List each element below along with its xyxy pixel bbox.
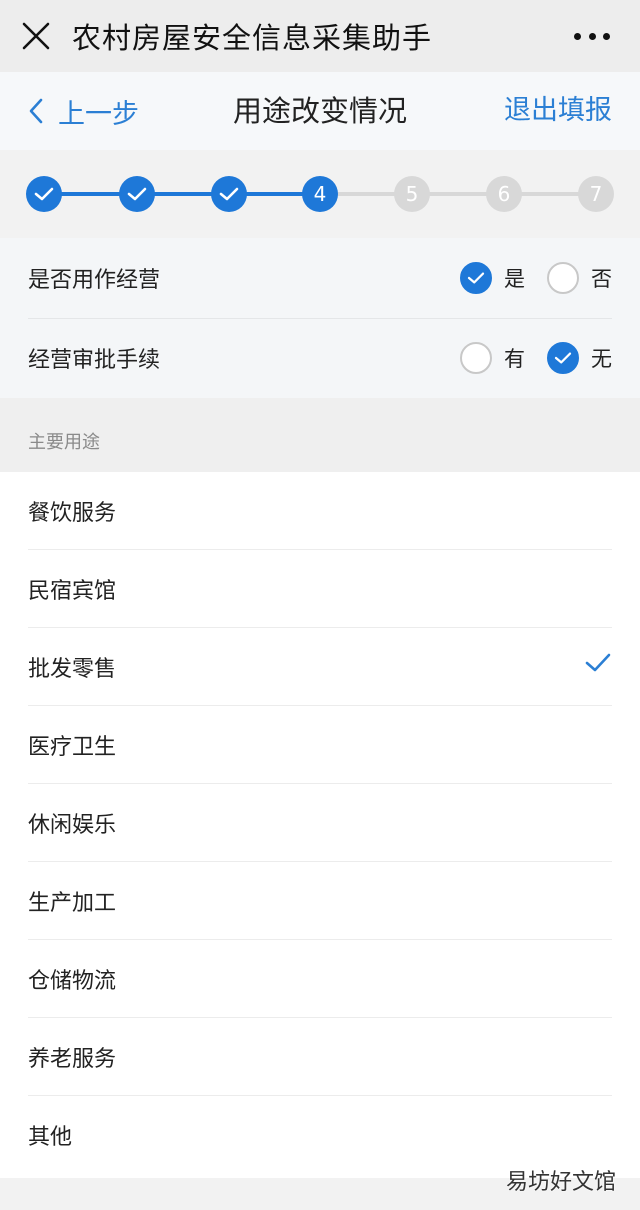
radio-option-have[interactable]: 有: [460, 342, 525, 374]
list-item-label: 医疗卫生: [28, 734, 117, 760]
list-item[interactable]: 生产加工: [28, 862, 612, 940]
question-label: 是否用作经营: [28, 268, 161, 293]
option-label: 否: [591, 267, 612, 291]
list-item[interactable]: 仓储物流: [28, 940, 612, 1018]
list-item[interactable]: 休闲娱乐: [28, 784, 612, 862]
step-4: 4: [302, 176, 338, 212]
list-item-label: 养老服务: [28, 1046, 117, 1072]
stepper-line-completed: [44, 192, 320, 196]
radio-group: 有 无: [438, 318, 612, 398]
list-item[interactable]: 医疗卫生: [28, 706, 612, 784]
list-item-label: 批发零售: [28, 656, 117, 682]
check-icon: [219, 187, 239, 201]
app-bar: 农村房屋安全信息采集助手: [0, 0, 640, 72]
question-business-use: 是否用作经营 是 否: [28, 238, 612, 318]
list-item-label: 休闲娱乐: [28, 812, 117, 838]
option-label: 无: [591, 347, 612, 371]
radio-option-none[interactable]: 无: [547, 342, 612, 374]
list-item-label: 民宿宾馆: [28, 578, 117, 604]
step-3: [211, 176, 247, 212]
radio-checked-icon[interactable]: [460, 262, 492, 294]
radio-checked-icon[interactable]: [547, 342, 579, 374]
progress-stepper: 4 5 6 7: [0, 150, 640, 238]
radio-option-yes[interactable]: 是: [460, 262, 525, 294]
section-header: 主要用途: [0, 398, 640, 472]
list-item-label: 餐饮服务: [28, 500, 117, 526]
option-label: 有: [504, 347, 525, 371]
list-item[interactable]: 民宿宾馆: [28, 550, 612, 628]
nav-header: 上一步 用途改变情况 退出填报: [0, 72, 640, 150]
list-item-label: 其他: [28, 1125, 73, 1150]
list-item-label: 生产加工: [28, 890, 117, 916]
list-item-selected[interactable]: 批发零售: [28, 628, 612, 706]
check-icon: [585, 653, 611, 672]
radio-option-no[interactable]: 否: [547, 262, 612, 294]
list-item[interactable]: 养老服务: [28, 1018, 612, 1096]
watermark: 易坊好文馆: [505, 1170, 616, 1195]
option-label: 是: [504, 267, 525, 291]
close-button[interactable]: [0, 0, 72, 72]
step-6: 6: [486, 176, 522, 212]
close-icon: [22, 22, 50, 50]
usage-list: 餐饮服务 民宿宾馆 批发零售 医疗卫生 休闲娱乐 生产加工 仓储物流 养老服务 …: [0, 472, 640, 1178]
business-questions: 是否用作经营 是 否 经营审批手续 有 无: [0, 238, 640, 398]
list-item[interactable]: 其他: [28, 1096, 612, 1174]
exit-form-button[interactable]: 退出填报: [504, 72, 612, 150]
check-icon: [34, 187, 54, 201]
question-approval-procedure: 经营审批手续 有 无: [28, 318, 612, 398]
list-item-label: 仓储物流: [28, 968, 117, 994]
step-1: [26, 176, 62, 212]
list-item[interactable]: 餐饮服务: [28, 472, 612, 550]
step-5: 5: [394, 176, 430, 212]
radio-unchecked-icon[interactable]: [460, 342, 492, 374]
more-icon[interactable]: [574, 22, 610, 50]
radio-group: 是 否: [438, 238, 612, 318]
section-title: 主要用途: [28, 432, 100, 453]
radio-unchecked-icon[interactable]: [547, 262, 579, 294]
check-icon: [127, 187, 147, 201]
stepper-line-remaining: [320, 192, 596, 196]
step-2: [119, 176, 155, 212]
step-7: 7: [578, 176, 614, 212]
app-title: 农村房屋安全信息采集助手: [72, 21, 433, 55]
question-label: 经营审批手续: [28, 348, 161, 373]
